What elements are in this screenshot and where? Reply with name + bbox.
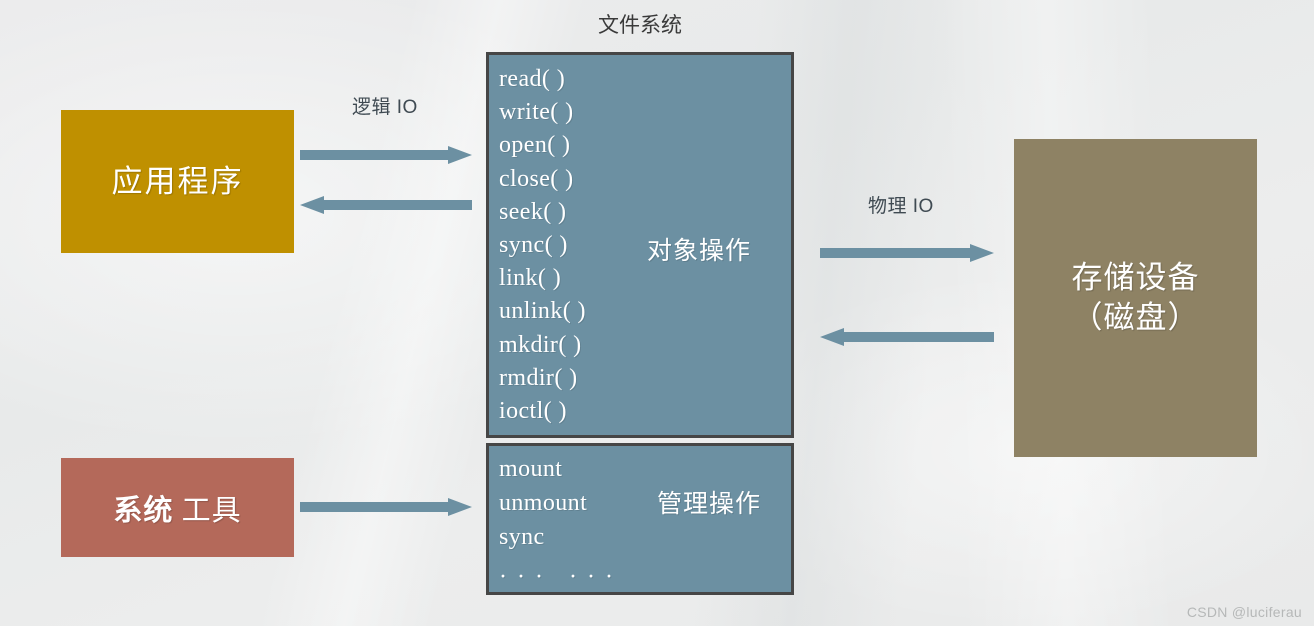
arrow-application-to-filesystem [300,146,472,164]
filesystem-title: 文件系统 [598,14,682,37]
system-tools-block-label: 系统 工具 [113,487,241,529]
diagram-canvas: 应用程序 系统 工具 存储设备 （磁盘） 文件系统 read( ) write(… [0,0,1314,626]
arrow-filesystem-to-storage [820,244,994,262]
system-tools-label-light: 工具 [173,494,242,527]
management-operations-function-list: mount unmount sync [499,456,588,550]
storage-device-label-line1: 存储设备 [1071,259,1200,295]
filesystem-management-operations-section: mount unmount sync 管理操作 · · · · · · [486,443,794,595]
filesystem-object-operations-section: read( ) write( ) open( ) close( ) seek( … [486,52,794,438]
object-operations-label: 对象操作 [647,238,752,265]
logical-io-label: 逻辑 IO [352,97,418,118]
application-block-label: 应用程序 [111,163,244,199]
management-operations-label: 管理操作 [657,491,762,518]
storage-device-block: 存储设备 （磁盘） [1014,139,1257,457]
arrow-storage-to-filesystem [820,328,994,346]
physical-io-label: 物理 IO [868,196,934,217]
arrow-system-tools-to-filesystem [300,498,472,516]
management-operations-ellipsis: · · · · · · [499,564,615,590]
storage-device-label-line2: （磁盘） [1071,300,1200,335]
system-tools-label-strong: 系统 [113,494,174,527]
arrow-filesystem-to-application [300,196,472,214]
object-operations-function-list: read( ) write( ) open( ) close( ) seek( … [499,66,586,425]
system-tools-block: 系统 工具 [61,458,294,557]
application-block: 应用程序 [61,110,294,253]
watermark: CSDN @luciferau [1186,604,1302,620]
